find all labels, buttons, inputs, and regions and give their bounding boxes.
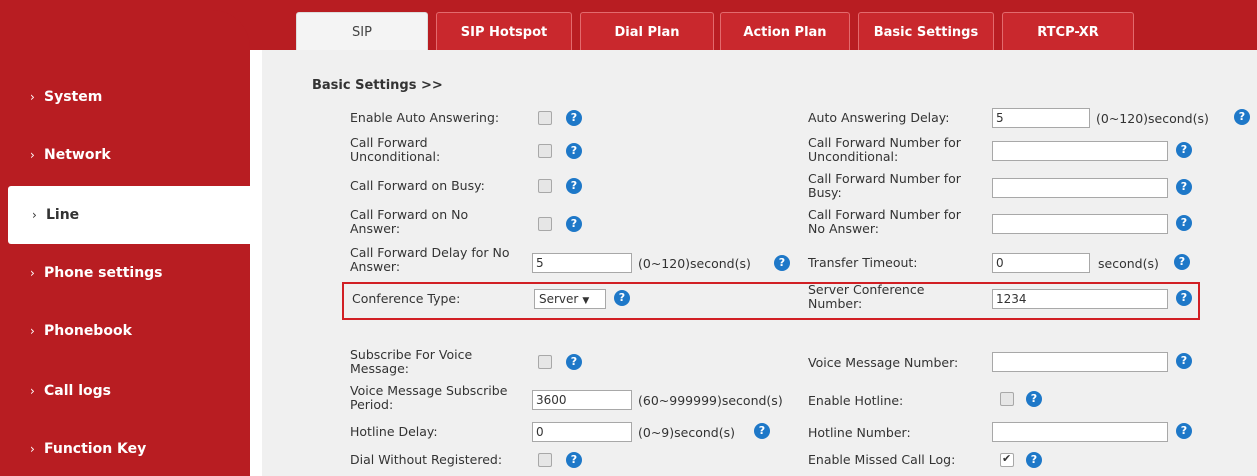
vm-period-label: Voice Message Subscribe Period: [350, 383, 508, 412]
conference-type-label: Conference Type: [352, 291, 461, 306]
settings-panel: Basic Settings >> Enable Auto Answering:… [262, 50, 1257, 476]
tab-sip-hotspot[interactable]: SIP Hotspot [436, 12, 572, 52]
server-conference-input[interactable]: 1234 [992, 289, 1168, 309]
auto-answer-delay-input[interactable]: 5 [992, 108, 1090, 128]
sidebar-item-label: Network [44, 147, 111, 163]
sidebar-item-label: Phonebook [44, 323, 132, 339]
missed-call-log-label: Enable Missed Call Log: [808, 452, 956, 467]
sidebar-item-label: Call logs [44, 383, 111, 399]
cfb-label: Call Forward on Busy: [350, 178, 485, 193]
sidebar-item-phone-settings[interactable]: › Phone settings [0, 244, 250, 302]
chevron-right-icon: › [30, 266, 35, 280]
enable-hotline-label: Enable Hotline: [808, 393, 904, 408]
auto-answer-delay-unit: (0~120)second(s) [1096, 111, 1209, 126]
help-icon[interactable]: ? [566, 143, 582, 159]
help-icon[interactable]: ? [1176, 179, 1192, 195]
cfu-number-input[interactable] [992, 141, 1168, 161]
auto-answer-checkbox[interactable] [538, 111, 552, 125]
help-icon[interactable]: ? [1234, 109, 1250, 125]
sidebar-item-function-key[interactable]: › Function Key [0, 420, 250, 476]
chevron-right-icon: › [30, 324, 35, 338]
sidebar-item-system[interactable]: › System [0, 68, 250, 126]
sidebar: › System › Network › Line › Phone settings ›… [0, 10, 250, 476]
chevron-right-icon: › [32, 208, 37, 222]
help-icon[interactable]: ? [1176, 353, 1192, 369]
sidebar-item-phonebook[interactable]: › Phonebook [0, 302, 250, 360]
chevron-right-icon: › [30, 90, 35, 104]
dial-unregistered-label: Dial Without Registered: [350, 452, 503, 467]
cfna-number-input[interactable] [992, 214, 1168, 234]
help-icon[interactable]: ? [566, 354, 582, 370]
help-icon[interactable]: ? [1176, 423, 1192, 439]
chevron-right-icon: › [30, 148, 35, 162]
help-icon[interactable]: ? [1026, 452, 1042, 468]
sidebar-item-label: Line [46, 207, 80, 223]
transfer-timeout-label: Transfer Timeout: [808, 255, 918, 270]
cfu-label: Call Forward Unconditional: [350, 135, 441, 164]
subscribe-vm-label: Subscribe For Voice Message: [350, 347, 473, 376]
server-conference-label: Server Conference Number: [808, 282, 925, 311]
hotline-number-label: Hotline Number: [808, 425, 911, 440]
sidebar-item-call-logs[interactable]: › Call logs [0, 362, 250, 420]
cfb-number-label: Call Forward Number for Busy: [808, 171, 961, 200]
cf-delay-input[interactable]: 5 [532, 253, 632, 273]
tab-sip[interactable]: SIP [296, 12, 428, 52]
cfb-number-input[interactable] [992, 178, 1168, 198]
cfna-label: Call Forward on No Answer: [350, 207, 469, 236]
tab-dial-plan[interactable]: Dial Plan [580, 12, 714, 52]
help-icon[interactable]: ? [566, 110, 582, 126]
auto-answer-delay-label: Auto Answering Delay: [808, 110, 950, 125]
dial-unregistered-checkbox[interactable] [538, 453, 552, 467]
section-title: Basic Settings >> [312, 78, 443, 93]
sidebar-item-label: Function Key [44, 441, 147, 457]
missed-call-log-checkbox[interactable] [1000, 452, 1014, 467]
sidebar-item-network[interactable]: › Network [0, 126, 250, 184]
tab-basic-settings[interactable]: Basic Settings [858, 12, 994, 52]
vm-number-input[interactable] [992, 352, 1168, 372]
cfu-checkbox[interactable] [538, 144, 552, 158]
tab-rtcp-xr[interactable]: RTCP-XR [1002, 12, 1134, 52]
vm-period-input[interactable]: 3600 [532, 390, 632, 410]
help-icon[interactable]: ? [614, 290, 630, 306]
chevron-right-icon: › [30, 442, 35, 456]
conference-type-select[interactable]: Server ▼ [534, 289, 606, 309]
help-icon[interactable]: ? [1026, 391, 1042, 407]
help-icon[interactable]: ? [566, 178, 582, 194]
cfna-number-label: Call Forward Number for No Answer: [808, 207, 961, 236]
cfna-checkbox[interactable] [538, 217, 552, 231]
help-icon[interactable]: ? [1174, 254, 1190, 270]
sidebar-item-label: System [44, 89, 103, 105]
hotline-delay-unit: (0~9)second(s) [638, 425, 735, 440]
subscribe-vm-checkbox[interactable] [538, 355, 552, 369]
help-icon[interactable]: ? [1176, 215, 1192, 231]
hotline-delay-input[interactable]: 0 [532, 422, 632, 442]
sidebar-item-label: Phone settings [44, 265, 163, 281]
hotline-number-input[interactable] [992, 422, 1168, 442]
hotline-delay-label: Hotline Delay: [350, 424, 438, 439]
vm-period-unit: (60~999999)second(s) [638, 393, 783, 408]
sidebar-item-line[interactable]: › Line [8, 186, 250, 244]
help-icon[interactable]: ? [566, 216, 582, 232]
transfer-timeout-input[interactable]: 0 [992, 253, 1090, 273]
dropdown-arrow-icon: ▼ [582, 296, 590, 306]
help-icon[interactable]: ? [754, 423, 770, 439]
transfer-timeout-unit: second(s) [1098, 256, 1159, 271]
help-icon[interactable]: ? [1176, 290, 1192, 306]
tab-action-plan[interactable]: Action Plan [720, 12, 850, 52]
auto-answer-label: Enable Auto Answering: [350, 110, 500, 125]
vm-number-label: Voice Message Number: [808, 355, 959, 370]
help-icon[interactable]: ? [774, 255, 790, 271]
help-icon[interactable]: ? [566, 452, 582, 468]
chevron-right-icon: › [30, 384, 35, 398]
enable-hotline-checkbox[interactable] [1000, 392, 1014, 406]
cf-delay-label: Call Forward Delay for No Answer: [350, 245, 510, 274]
cfu-number-label: Call Forward Number for Unconditional: [808, 135, 961, 164]
cf-delay-unit: (0~120)second(s) [638, 256, 751, 271]
cfb-checkbox[interactable] [538, 179, 552, 193]
help-icon[interactable]: ? [1176, 142, 1192, 158]
